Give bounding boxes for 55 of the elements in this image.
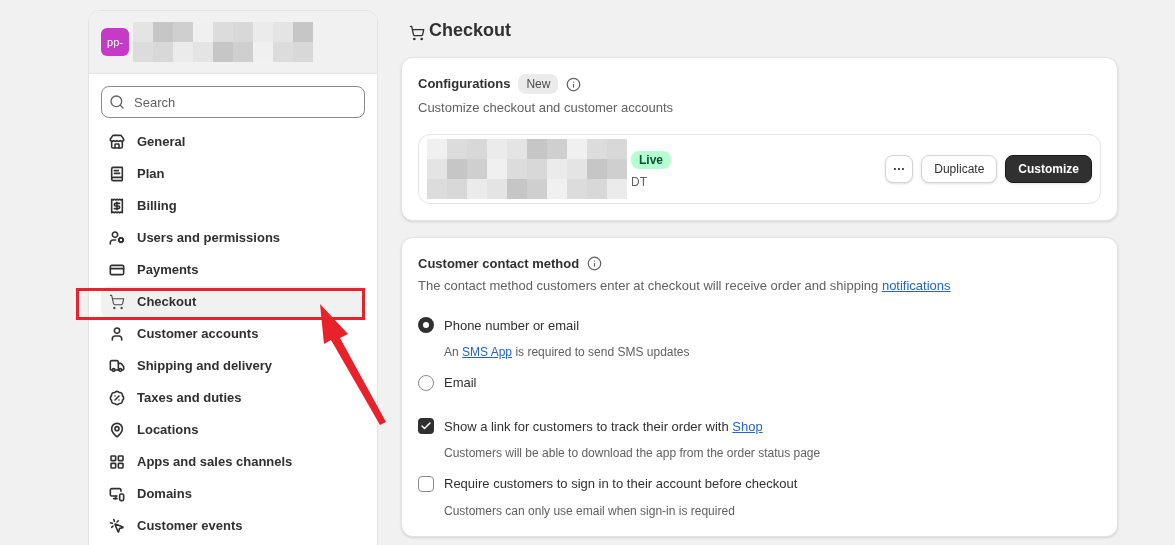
sidebar-item[interactable]: Plan (101, 158, 365, 190)
sidebar-item[interactable]: Apps and sales channels (101, 446, 365, 478)
radio-button[interactable] (418, 317, 434, 334)
configuration-subtitle: DT (631, 173, 648, 191)
card-subtitle: Customize checkout and customer accounts (418, 99, 675, 117)
live-badge: Live (631, 150, 671, 169)
cart-icon (109, 294, 125, 310)
sidebar-item[interactable]: Customer events (101, 510, 365, 542)
sidebar-item[interactable]: Locations (101, 414, 365, 446)
sidebar-item[interactable]: Billing (101, 190, 365, 222)
cart-icon (409, 25, 425, 41)
option-label: Email (444, 374, 477, 392)
card-description: The contact method customers enter at checkout will receive order and shipping notifications (418, 277, 952, 295)
book-icon (109, 166, 125, 182)
sidebar-item[interactable]: Customer accounts (101, 318, 365, 350)
page-title: Checkout (429, 19, 511, 42)
person-icon (109, 326, 125, 342)
help-text: Customers can only use email when sign-in is required (444, 502, 736, 520)
search-icon (109, 94, 125, 110)
sidebar-item[interactable]: Users and permissions (101, 222, 365, 254)
radio-button[interactable] (418, 374, 434, 391)
pointer-icon (109, 518, 125, 534)
link[interactable]: Shop (732, 418, 763, 434)
info-icon (587, 255, 603, 271)
search-field[interactable]: Search (101, 86, 365, 118)
sidebar-item[interactable]: Payments (101, 254, 365, 286)
truck-icon (109, 358, 125, 374)
sidebar-item[interactable]: General (101, 126, 365, 158)
window-icon (109, 486, 125, 502)
receipt-icon (109, 198, 125, 214)
checkbox[interactable] (418, 475, 434, 492)
link[interactable]: notifications (881, 278, 951, 293)
option-label: Require customers to sign in to their account before checkout (444, 475, 798, 493)
option-label: Phone number or email (444, 316, 580, 335)
card-icon (109, 262, 125, 278)
sidebar-item[interactable]: Domains (101, 478, 365, 510)
sidebar-item[interactable]: Taxes and duties (101, 382, 365, 414)
info-icon (566, 76, 582, 92)
help-text: Customers will be able to download the app from the order status page (444, 445, 822, 462)
store-icon (109, 134, 125, 150)
more-actions-button[interactable]: ··· (885, 154, 914, 183)
grid-icon (109, 454, 125, 470)
checkbox[interactable] (418, 418, 434, 435)
new-badge: New (518, 74, 559, 94)
help-text: An SMS App is required to send SMS updates (444, 344, 691, 361)
pin-icon (109, 422, 125, 438)
card-title: Configurations (418, 75, 511, 94)
sidebar-item[interactable]: Shipping and delivery (101, 350, 365, 382)
card-title: Customer contact method (418, 254, 580, 273)
users-icon (109, 230, 125, 246)
customize-button[interactable]: Customize (1005, 154, 1092, 183)
option-label: Show a link for customers to track their order with Shop (444, 417, 763, 436)
duplicate-button[interactable]: Duplicate (921, 154, 998, 183)
store-avatar: pp- (101, 28, 129, 56)
link[interactable]: SMS App (462, 345, 513, 359)
